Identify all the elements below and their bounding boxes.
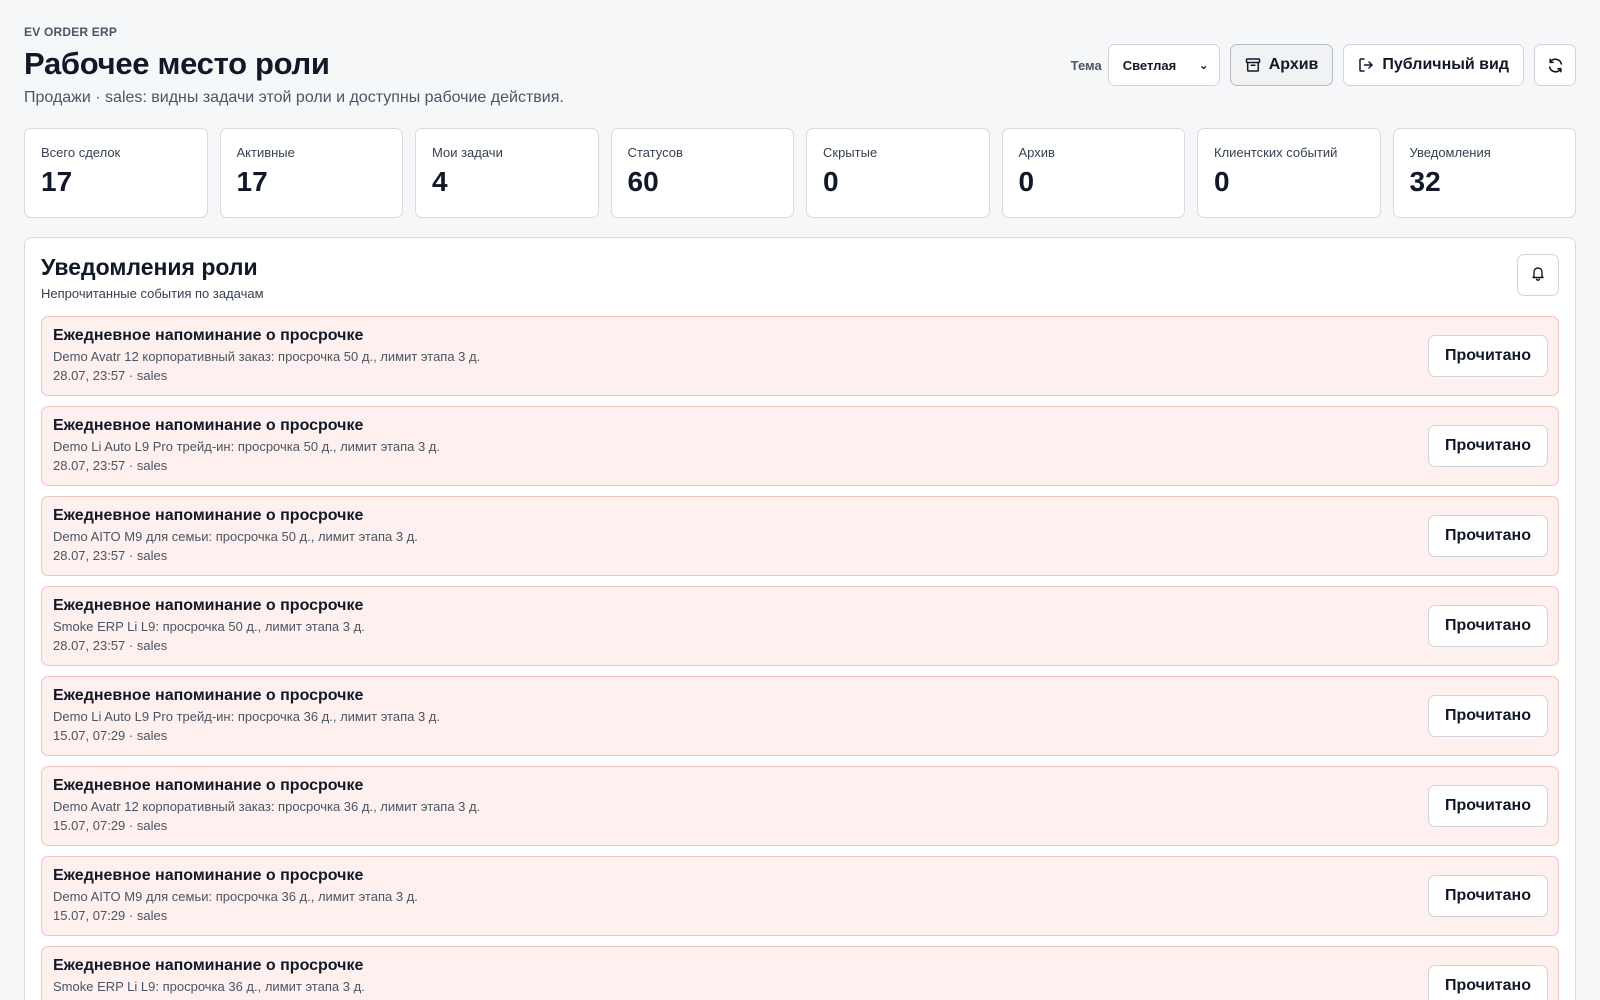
stat-label: Архив [1018,145,1055,160]
stat-value: 0 [1214,166,1230,197]
notification-item: Ежедневное напоминание о просрочке Demo … [41,766,1559,846]
bell-icon [1530,265,1546,286]
chevron-down-icon: ⌄ [1198,58,1209,72]
archive-icon [1245,57,1261,73]
mark-read-button[interactable]: Прочитано [1428,515,1548,557]
stat-card-client-events: Клиентских событий 0 [1197,128,1381,218]
page-subtitle: Продажи · sales: видны задачи этой роли … [24,89,564,106]
theme-select-value: Светлая [1122,57,1177,73]
notification-title: Ежедневное напоминание о просрочке [53,507,364,524]
stat-label: Уведомления [1409,145,1491,160]
notification-meta: 28.07, 23:57 · sales [53,368,168,383]
mark-read-button[interactable]: Прочитано [1428,335,1548,377]
notifications-panel: Уведомления роли Непрочитанные события п… [24,237,1576,1000]
refresh-icon [1547,57,1564,74]
refresh-button[interactable] [1534,44,1576,86]
notification-title: Ежедневное напоминание о просрочке [53,597,364,614]
notification-meta: 15.07, 07:29 · sales [53,728,168,743]
notification-meta: 28.07, 23:57 · sales [53,458,168,473]
logout-icon [1358,57,1374,73]
stat-value: 32 [1409,166,1441,197]
stat-value: 0 [823,166,839,197]
notification-title: Ежедневное напоминание о просрочке [53,957,364,974]
mark-read-button[interactable]: Прочитано [1428,605,1548,647]
stat-card-hidden: Скрытые 0 [806,128,990,218]
mark-read-button[interactable]: Прочитано [1428,965,1548,1000]
notifications-list: Ежедневное напоминание о просрочке Demo … [41,316,1559,1000]
notification-meta: 15.07, 07:29 · sales [53,818,168,833]
notification-title: Ежедневное напоминание о просрочке [53,327,364,344]
notification-title: Ежедневное напоминание о просрочке [53,867,364,884]
stat-value: 0 [1018,166,1035,197]
stats-row: Всего сделок 17 Активные 17 Мои задачи 4… [24,128,1576,218]
public-view-button-label: Публичный вид [1382,56,1509,73]
notification-item: Ежедневное напоминание о просрочке Demo … [41,406,1559,486]
theme-label: Тема [1070,57,1102,73]
notification-meta: 15.07, 07:29 · sales [53,908,168,923]
notification-description: Demo AITO M9 для семьи: просрочка 36 д.,… [53,889,418,904]
notifications-subtitle: Непрочитанные события по задачам [41,286,264,301]
notification-description: Demo Li Auto L9 Pro трейд-ин: просрочка … [53,709,440,724]
notification-description: Smoke ERP Li L9: просрочка 36 д., лимит … [53,979,365,994]
notification-description: Demo AITO M9 для семьи: просрочка 50 д.,… [53,529,418,544]
stat-card-statuses: Статусов 60 [610,128,794,218]
archive-button-label: Архив [1268,56,1319,73]
stat-label: Скрытые [823,145,878,160]
mark-read-button[interactable]: Прочитано [1428,425,1548,467]
notification-title: Ежедневное напоминание о просрочке [53,687,364,704]
notification-title: Ежедневное напоминание о просрочке [53,777,364,794]
notification-description: Demo Avatr 12 корпоративный заказ: проср… [53,799,481,814]
theme-select[interactable]: Светлая ⌄ [1107,44,1220,86]
notification-description: Smoke ERP Li L9: просрочка 50 д., лимит … [53,619,365,634]
notification-item: Ежедневное напоминание о просрочке Smoke… [41,586,1559,666]
stat-label: Активные [236,145,295,160]
notification-item: Ежедневное напоминание о просрочке Demo … [41,856,1559,936]
notification-item: Ежедневное напоминание о просрочке Demo … [41,316,1559,396]
notification-description: Demo Avatr 12 корпоративный заказ: проср… [53,349,481,364]
stat-card-my-tasks: Мои задачи 4 [415,128,599,218]
stat-card-active: Активные 17 [219,128,403,218]
notification-item: Ежедневное напоминание о просрочке Demo … [41,496,1559,576]
notifications-bell-button[interactable] [1517,254,1559,296]
public-view-button[interactable]: Публичный вид [1343,44,1524,86]
stat-label: Всего сделок [41,145,121,160]
mark-read-button[interactable]: Прочитано [1428,695,1548,737]
workspace-page: EV ORDER ERP Рабочее место роли Продажи … [0,0,1600,1000]
notification-description: Demo Li Auto L9 Pro трейд-ин: просрочка … [53,439,440,454]
stat-value: 17 [236,166,268,197]
stat-label: Мои задачи [432,145,503,160]
stat-card-archive: Архив 0 [1001,128,1185,218]
stat-card-notifications: Уведомления 32 [1392,128,1576,218]
notifications-title: Уведомления роли [41,254,258,280]
stat-value: 4 [432,166,448,197]
brand-label: EV ORDER ERP [24,25,118,39]
page-title: Рабочее место роли [24,46,330,81]
header-controls: Тема Светлая ⌄ Архив Публичный вид [1071,44,1576,86]
notification-item: Ежедневное напоминание о просрочке Smoke… [41,946,1559,1000]
notification-item: Ежедневное напоминание о просрочке Demo … [41,676,1559,756]
stat-value: 60 [627,166,659,197]
mark-read-button[interactable]: Прочитано [1428,785,1548,827]
notifications-header: Уведомления роли Непрочитанные события п… [41,254,1559,316]
archive-button[interactable]: Архив [1229,44,1334,86]
page-header: EV ORDER ERP Рабочее место роли Продажи … [24,24,1576,124]
stat-label: Статусов [627,145,683,160]
stat-card-total-deals: Всего сделок 17 [24,128,208,218]
stat-label: Клиентских событий [1214,145,1338,160]
mark-read-button[interactable]: Прочитано [1428,875,1548,917]
stat-value: 17 [41,166,73,197]
notification-meta: 28.07, 23:57 · sales [53,638,168,653]
notification-title: Ежедневное напоминание о просрочке [53,417,364,434]
notification-meta: 28.07, 23:57 · sales [53,548,168,563]
